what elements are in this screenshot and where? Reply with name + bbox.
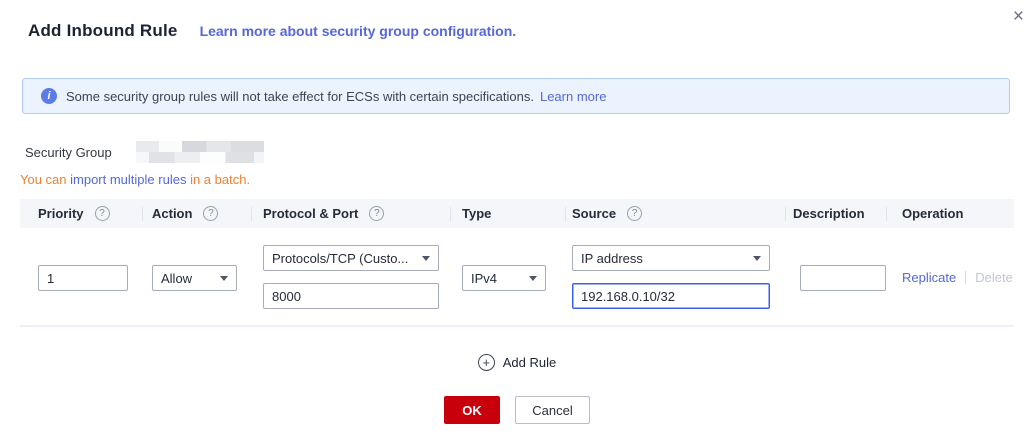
priority-help-icon[interactable]: ? [95,206,110,221]
source-help-icon[interactable]: ? [627,206,642,221]
header-divider [450,207,451,221]
cancel-button[interactable]: Cancel [515,396,590,424]
protocol-select-value: Protocols/TCP (Custo... [272,251,408,266]
header-operation: Operation [902,199,963,228]
type-select-value: IPv4 [471,271,497,286]
caret-down-icon [753,256,761,261]
batch-import-tip: You can import multiple rules in a batch… [20,172,250,187]
circle-plus-icon: + [478,354,495,371]
close-icon[interactable]: × [1013,7,1024,26]
action-select-value: Allow [161,271,192,286]
header-description: Description [793,199,865,228]
caret-down-icon [220,276,228,281]
header-type: Type [462,199,491,228]
dialog-header: Add Inbound Rule Learn more about securi… [28,21,516,41]
batch-tip-prefix: You can [20,172,70,187]
source-type-select[interactable]: IP address [572,245,770,271]
rule-row: Allow Protocols/TCP (Custo... IPv4 IP ad… [20,228,1014,325]
security-group-label: Security Group [25,145,112,160]
banner-learn-more-link[interactable]: Learn more [540,89,606,104]
table-bottom-divider [20,325,1014,327]
header-divider [142,207,143,221]
protocol-select[interactable]: Protocols/TCP (Custo... [263,245,439,271]
caret-down-icon [529,276,537,281]
rules-table-header: Priority ? Action ? Protocol & Port ? Ty… [20,199,1014,228]
header-divider [565,207,566,221]
source-type-select-value: IP address [581,251,643,266]
add-inbound-rule-dialog: × Add Inbound Rule Learn more about secu… [0,0,1034,445]
add-rule-button[interactable]: + Add Rule [478,354,556,371]
type-select[interactable]: IPv4 [462,265,546,291]
dialog-title: Add Inbound Rule [28,21,178,41]
dialog-footer: OK Cancel [0,396,1034,424]
caret-down-icon [422,256,430,261]
batch-tip-suffix: in a batch. [186,172,250,187]
learn-more-configuration-link[interactable]: Learn more about security group configur… [200,23,517,39]
protocol-port-help-icon[interactable]: ? [369,206,384,221]
header-protocol-port: Protocol & Port ? [263,199,384,228]
info-icon: i [41,88,57,104]
operation-cell: Replicate Delete [902,270,1013,285]
delete-link[interactable]: Delete [975,270,1013,285]
info-banner: i Some security group rules will not tak… [22,78,1010,114]
action-help-icon[interactable]: ? [203,206,218,221]
header-priority: Priority ? [38,199,110,228]
source-ip-input[interactable] [572,283,770,309]
header-action: Action ? [152,199,218,228]
import-rules-link[interactable]: import multiple rules [70,172,186,187]
ok-button[interactable]: OK [444,396,500,424]
banner-text: Some security group rules will not take … [66,89,534,104]
header-divider [251,207,252,221]
description-input[interactable] [800,265,886,291]
add-rule-label: Add Rule [503,355,556,370]
action-select[interactable]: Allow [152,265,237,291]
replicate-link[interactable]: Replicate [902,270,956,285]
operation-divider [965,271,966,284]
header-source: Source ? [572,199,642,228]
header-divider [785,207,786,221]
security-group-redacted-value [136,141,264,163]
port-input[interactable] [263,283,439,309]
security-group-row: Security Group [25,141,264,163]
header-divider [886,207,887,221]
priority-input[interactable] [38,265,128,291]
